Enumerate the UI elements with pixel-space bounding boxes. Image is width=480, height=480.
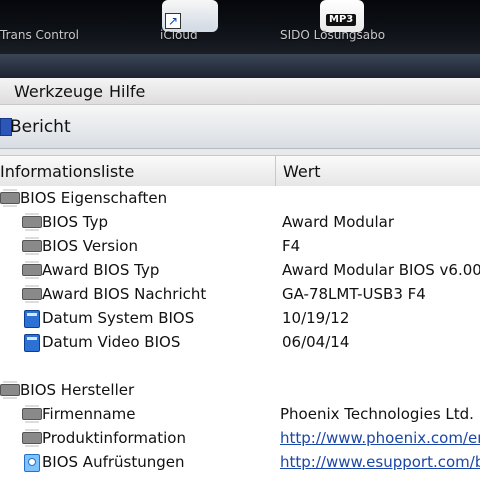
menu-werkzeuge[interactable]: Werkzeuge bbox=[14, 82, 103, 101]
row-name: Datum System BIOS bbox=[42, 309, 195, 327]
report-header: Bericht bbox=[0, 105, 480, 149]
chip-icon bbox=[22, 429, 42, 447]
calendar-icon bbox=[24, 334, 40, 352]
calendar-icon bbox=[24, 310, 40, 328]
desktop-label-2[interactable]: iCloud bbox=[160, 28, 198, 42]
shortcut-arrow-icon: ↗ bbox=[165, 13, 181, 29]
desktop-label-1[interactable]: Trans Control bbox=[0, 28, 79, 42]
row-name: Award BIOS Typ bbox=[42, 261, 160, 279]
group-row-bios-eigenschaften[interactable]: BIOS Eigenschaften bbox=[0, 186, 480, 210]
column-informationsliste[interactable]: Informationsliste bbox=[0, 162, 134, 181]
column-wert[interactable]: Wert bbox=[283, 162, 321, 181]
menu-hilfe[interactable]: Hilfe bbox=[109, 82, 145, 101]
screen: ↗ MP3 Trans Control iCloud SIDO Lösungsa… bbox=[0, 0, 480, 480]
table-row[interactable]: Award BIOS Typ Award Modular BIOS v6.00P… bbox=[0, 258, 480, 282]
row-name: Produktinformation bbox=[42, 429, 186, 447]
row-value: GA-78LMT-USB3 F4 bbox=[282, 285, 426, 303]
product-link[interactable]: http://www.phoenix.com/en/p bbox=[280, 429, 480, 447]
table-row[interactable]: BIOS Aufrüstungen http://www.esupport.co… bbox=[0, 450, 480, 474]
table-row[interactable]: Datum Video BIOS 06/04/14 bbox=[0, 330, 480, 354]
chip-icon bbox=[22, 285, 42, 303]
mp3-badge: MP3 bbox=[326, 14, 357, 26]
report-title: Bericht bbox=[10, 117, 71, 137]
table-row[interactable]: BIOS Version F4 bbox=[0, 234, 480, 258]
group-title: BIOS Eigenschaften bbox=[20, 189, 168, 207]
group-gap bbox=[0, 362, 480, 378]
table-row[interactable]: Firmenname Phoenix Technologies Ltd. bbox=[0, 402, 480, 426]
row-name: BIOS Aufrüstungen bbox=[42, 453, 185, 471]
column-header: Informationsliste Wert bbox=[0, 155, 480, 187]
row-name: BIOS Typ bbox=[42, 213, 109, 231]
row-value: Award Modular bbox=[282, 213, 394, 231]
table-row[interactable]: BIOS Typ Award Modular bbox=[0, 210, 480, 234]
row-name: Datum Video BIOS bbox=[42, 333, 181, 351]
row-value: Award Modular BIOS v6.00PG bbox=[282, 261, 480, 279]
chip-icon bbox=[0, 189, 20, 207]
chip-icon bbox=[22, 213, 42, 231]
row-value: 10/19/12 bbox=[282, 309, 350, 327]
row-value: F4 bbox=[282, 237, 301, 255]
row-name: BIOS Version bbox=[42, 237, 138, 255]
chip-icon bbox=[22, 405, 42, 423]
table-row[interactable]: Award BIOS Nachricht GA-78LMT-USB3 F4 bbox=[0, 282, 480, 306]
group-title: BIOS Hersteller bbox=[20, 381, 135, 399]
menu-bar: Werkzeuge Hilfe bbox=[0, 78, 480, 105]
table-row[interactable]: Produktinformation http://www.phoenix.co… bbox=[0, 426, 480, 450]
column-separator[interactable] bbox=[275, 156, 276, 186]
window-top-band bbox=[0, 54, 480, 78]
chip-icon bbox=[0, 381, 20, 399]
info-list: BIOS Eigenschaften BIOS Typ Award Modula… bbox=[0, 186, 480, 480]
table-row[interactable]: Datum System BIOS 10/19/12 bbox=[0, 306, 480, 330]
row-value: Phoenix Technologies Ltd. bbox=[280, 405, 474, 423]
row-value: 06/04/14 bbox=[282, 333, 350, 351]
support-link[interactable]: http://www.esupport.com/bio bbox=[280, 453, 480, 471]
row-name: Award BIOS Nachricht bbox=[42, 285, 207, 303]
desktop-label-3[interactable]: SIDO Lösungsabo bbox=[280, 28, 385, 42]
chip-icon bbox=[22, 237, 42, 255]
chip-icon bbox=[22, 261, 42, 279]
row-name: Firmenname bbox=[42, 405, 136, 423]
desktop-strip: ↗ MP3 Trans Control iCloud SIDO Lösungsa… bbox=[0, 0, 480, 54]
update-icon bbox=[24, 454, 40, 472]
group-row-bios-hersteller[interactable]: BIOS Hersteller bbox=[0, 378, 480, 402]
